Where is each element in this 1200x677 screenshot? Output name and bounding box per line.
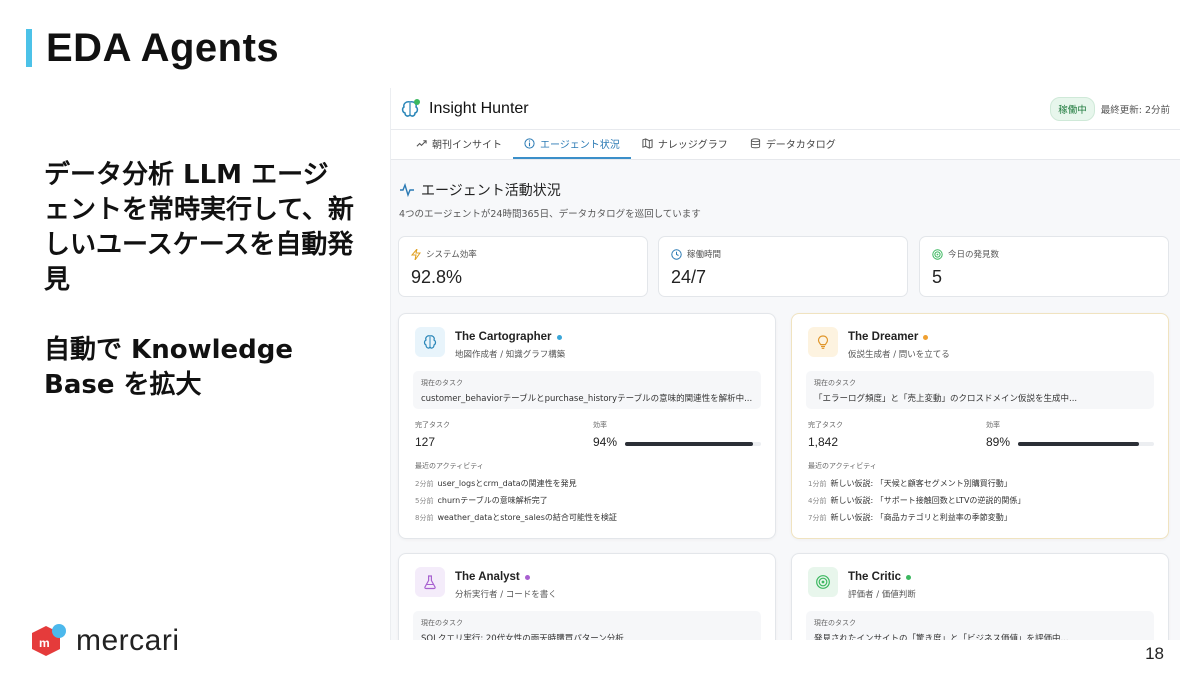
brand-logo: m mercari — [30, 622, 180, 660]
tab-bar: 朝刊インサイト エージェント状況 ナレッジグラフ データカタログ — [391, 130, 1180, 160]
svg-text:m: m — [39, 636, 50, 650]
agent-role: 評価者 / 価値判断 — [848, 590, 916, 600]
current-task-box: 現在のタスク customer_behaviorテーブルとpurchase_hi… — [413, 371, 761, 409]
brain-logo-icon — [399, 98, 421, 120]
slide-bullet-2: 自動で Knowledge Base を拡大 — [44, 335, 293, 400]
agent-role: 分析実行者 / コードを書く — [455, 590, 557, 600]
task-text: customer_behaviorテーブルとpurchase_historyテー… — [421, 394, 753, 404]
activity-title: 最近のアクティビティ — [808, 462, 877, 470]
tab-label: 朝刊インサイト — [432, 140, 502, 151]
slide-bullets: データ分析 LLM エージェントを常時実行して、新しいユースケースを自動発見 自… — [44, 158, 354, 438]
section-title: エージェント活動状況 — [421, 183, 561, 199]
stat-label: 稼働時間 — [687, 250, 722, 260]
tab-agent-status[interactable]: エージェント状況 — [513, 130, 631, 159]
slide-title: EDA Agents — [26, 26, 279, 70]
trending-up-icon — [416, 140, 427, 147]
task-text: 「エラーログ頻度」と「売上変動」のクロスドメイン仮説を生成中... — [814, 394, 1078, 404]
agent-name: The Analyst — [455, 571, 520, 583]
activity-item: 4分前 新しい仮説: 「サポート接触回数とLTVの逆説的関係」 — [808, 496, 1026, 505]
current-task-box: 現在のタスク 「エラーログ頻度」と「売上変動」のクロスドメイン仮説を生成中... — [806, 371, 1154, 409]
agent-card-critic[interactable]: The Critic 評価者 / 価値判断 現在のタスク 発見されたインサイトの… — [791, 553, 1169, 640]
efficiency-progress-fill — [1018, 442, 1140, 446]
slide-bullet-1: データ分析 LLM エージェントを常時実行して、新しいユースケースを自動発見 — [44, 160, 354, 295]
current-task-box: 現在のタスク 発見されたインサイトの「驚き度」と「ビジネス価値」を評価中... — [806, 611, 1154, 640]
brain-icon — [415, 327, 445, 357]
completed-value: 127 — [415, 435, 436, 449]
tab-label: データカタログ — [765, 140, 836, 151]
efficiency-label: 効率 — [986, 421, 1000, 429]
stat-label: 今日の発見数 — [948, 250, 1000, 260]
tab-data-catalog[interactable]: データカタログ — [739, 130, 847, 159]
map-icon — [642, 138, 653, 149]
task-label: 現在のタスク — [421, 619, 463, 627]
tab-morning-insight[interactable]: 朝刊インサイト — [405, 130, 513, 159]
efficiency-progress-fill — [625, 442, 753, 446]
agent-role: 仮説生成者 / 問いを立てる — [848, 350, 950, 360]
agent-status-dot — [906, 574, 912, 580]
completed-label: 完了タスク — [415, 421, 450, 429]
app-header: Insight Hunter 稼働中 最終更新: 2分前 — [391, 88, 1180, 130]
target-icon — [808, 567, 838, 597]
stat-value: 24/7 — [671, 267, 707, 287]
mercari-logo-icon: m — [30, 622, 68, 660]
slide-title-text: EDA Agents — [46, 25, 280, 70]
app-name: Insight Hunter — [429, 99, 529, 117]
task-label: 現在のタスク — [814, 379, 856, 387]
activity-item: 7分前 新しい仮説: 「商品カテゴリと利益率の季節変動」 — [808, 513, 1012, 522]
agent-name: The Dreamer — [848, 331, 919, 343]
activity-title: 最近のアクティビティ — [415, 462, 484, 470]
agent-name: The Cartographer — [455, 331, 552, 343]
flask-icon — [415, 567, 445, 597]
activity-item: 1分前 新しい仮説: 「天候と顧客セグメント別購買行動」 — [808, 479, 1012, 488]
efficiency-label: 効率 — [593, 421, 607, 429]
agent-card-cartographer[interactable]: The Cartographer 地図作成者 / 知識グラフ構築 現在のタスク … — [398, 313, 776, 539]
brand-name: mercari — [76, 624, 180, 657]
app-window: Insight Hunter 稼働中 最終更新: 2分前 朝刊インサイト エージ… — [390, 88, 1180, 640]
info-circle-icon — [524, 138, 535, 149]
task-label: 現在のタスク — [814, 619, 856, 627]
stat-card-discoveries: 今日の発見数 5 — [919, 236, 1169, 297]
tab-knowledge-graph[interactable]: ナレッジグラフ — [631, 130, 739, 159]
efficiency-value: 94% — [593, 435, 618, 449]
section-header: エージェント活動状況 — [399, 180, 561, 200]
agent-card-dreamer[interactable]: The Dreamer 仮説生成者 / 問いを立てる 現在のタスク 「エラーログ… — [791, 313, 1169, 539]
agent-role: 地図作成者 / 知識グラフ構築 — [455, 350, 566, 360]
stat-label: システム効率 — [426, 250, 477, 260]
activity-item: 8分前 weather_dataとstore_salesの結合可能性を検証 — [415, 513, 617, 522]
zap-icon — [411, 248, 421, 260]
efficiency-value: 89% — [986, 435, 1011, 449]
task-label: 現在のタスク — [421, 379, 463, 387]
page-number: 18 — [1145, 644, 1164, 663]
efficiency-progress-bar — [625, 442, 761, 446]
database-icon — [750, 138, 760, 149]
last-updated: 最終更新: 2分前 — [1100, 104, 1170, 116]
agent-card-analyst[interactable]: The Analyst 分析実行者 / コードを書く 現在のタスク SQLクエリ… — [398, 553, 776, 640]
tab-label: エージェント状況 — [540, 140, 620, 151]
clock-icon — [671, 248, 682, 260]
current-task-box: 現在のタスク SQLクエリ実行: 20代女性の雨天時購買パターン分析 — [413, 611, 761, 640]
task-text: 発見されたインサイトの「驚き度」と「ビジネス価値」を評価中... — [814, 634, 1069, 640]
agent-name: The Critic — [848, 571, 902, 583]
status-badge: 稼働中 — [1050, 96, 1095, 121]
completed-label: 完了タスク — [808, 421, 843, 429]
completed-value: 1,842 — [808, 435, 839, 449]
agent-status-dot — [524, 574, 530, 580]
activity-item: 5分前 churnテーブルの意味解析完了 — [415, 496, 548, 505]
stat-card-uptime: 稼働時間 24/7 — [658, 236, 908, 297]
tab-label: ナレッジグラフ — [657, 140, 728, 151]
stat-value: 92.8% — [411, 267, 463, 287]
task-text: SQLクエリ実行: 20代女性の雨天時購買パターン分析 — [421, 634, 624, 640]
agent-status-dot — [923, 334, 929, 340]
efficiency-progress-bar — [1018, 442, 1154, 446]
stat-card-efficiency: システム効率 92.8% — [398, 236, 648, 297]
agent-status-dot — [556, 334, 562, 340]
target-icon — [932, 248, 943, 260]
lightbulb-icon — [808, 327, 838, 357]
title-accent-bar — [26, 29, 32, 67]
section-subtitle: 4つのエージェントが24時間365日、データカタログを巡回しています — [399, 209, 701, 220]
activity-item: 2分前 user_logsとcrm_dataの関連性を発見 — [415, 479, 577, 488]
stat-value: 5 — [932, 267, 943, 287]
activity-pulse-icon — [400, 183, 414, 197]
